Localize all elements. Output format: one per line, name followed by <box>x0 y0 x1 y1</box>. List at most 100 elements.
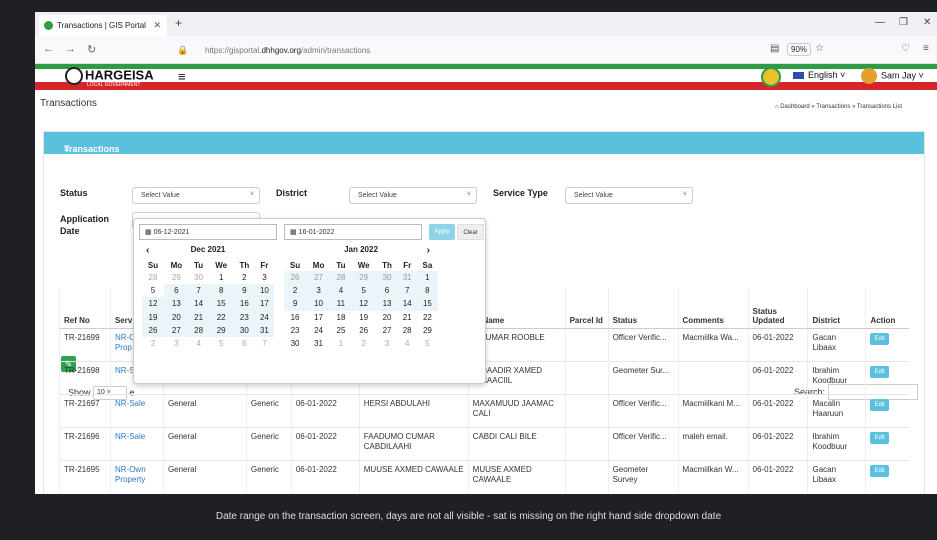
calendar-day[interactable]: 4 <box>331 284 351 298</box>
start-date-input[interactable]: ▦ 06-12-2021 <box>139 224 277 240</box>
calendar-day[interactable]: 27 <box>163 323 189 337</box>
close-tab-icon[interactable]: ✕ <box>153 20 161 31</box>
calendar-day[interactable]: 1 <box>416 271 438 285</box>
close-window-icon[interactable]: ✕ <box>923 17 931 28</box>
calendar-day[interactable]: 12 <box>350 297 377 311</box>
calendar-day[interactable]: 30 <box>376 271 398 285</box>
edit-button[interactable]: Edit <box>870 365 889 378</box>
restore-icon[interactable]: ❐ <box>899 17 908 28</box>
column-header[interactable]: Status <box>607 288 679 329</box>
bookmark-star-icon[interactable]: ☆ <box>815 43 824 54</box>
calendar-day[interactable]: 25 <box>331 324 351 337</box>
calendar-day[interactable]: 20 <box>163 310 189 324</box>
calendar-day[interactable]: 15 <box>208 297 234 311</box>
calendar-day[interactable]: 23 <box>284 324 306 337</box>
calendar-day[interactable]: 26 <box>284 271 307 285</box>
browser-tab[interactable]: Transactions | GIS Portal ✕ <box>39 15 167 36</box>
calendar-day[interactable]: 29 <box>417 324 438 337</box>
calendar-day[interactable]: 30 <box>233 323 255 337</box>
service-link[interactable]: NR-Sale <box>115 432 145 441</box>
calendar-day[interactable]: 1 <box>331 337 351 350</box>
calendar-day[interactable]: 29 <box>350 271 377 285</box>
calendar-day[interactable]: 2 <box>234 271 255 284</box>
calendar-day[interactable]: 28 <box>331 271 351 285</box>
calendar-day[interactable]: 5 <box>142 284 164 297</box>
user-menu[interactable]: Sam Jay ˅ <box>861 68 924 84</box>
calendar-day[interactable]: 22 <box>417 311 438 324</box>
calendar-day[interactable]: 7 <box>397 284 417 298</box>
new-tab-icon[interactable]: + <box>175 16 182 30</box>
zoom-level[interactable]: 90% <box>787 43 812 56</box>
calendar-day[interactable]: 7 <box>255 337 274 350</box>
calendar-day[interactable]: 9 <box>233 284 255 298</box>
column-header[interactable]: Action <box>865 288 909 329</box>
calendar-day[interactable]: 29 <box>164 271 189 284</box>
calendar-day[interactable]: 20 <box>376 311 397 324</box>
calendar-day[interactable]: 21 <box>398 311 417 324</box>
calendar-day[interactable]: 27 <box>306 271 332 285</box>
calendar-day[interactable]: 26 <box>142 323 164 337</box>
calendar-day[interactable]: 1 <box>208 271 233 284</box>
calendar-day[interactable]: 5 <box>417 337 438 350</box>
calendar-day[interactable]: 14 <box>188 297 209 311</box>
service-link[interactable]: NR-Own Property <box>115 465 146 485</box>
edit-button[interactable]: Edit <box>870 431 889 444</box>
calendar-day[interactable]: 3 <box>255 271 274 284</box>
minimize-icon[interactable]: — <box>875 17 885 28</box>
calendar-day[interactable]: 2 <box>142 337 164 350</box>
calendar-day[interactable]: 17 <box>306 311 331 324</box>
calendar-day[interactable]: 18 <box>331 311 351 324</box>
next-month-icon[interactable]: › <box>427 245 430 256</box>
calendar-day[interactable]: 13 <box>376 297 398 311</box>
calendar-day[interactable]: 3 <box>306 284 332 298</box>
url-bar[interactable]: 🔒 https://gisportal.dhhgov.org/admin/tra… <box>165 40 805 60</box>
calendar-day[interactable]: 5 <box>208 337 233 350</box>
calendar-day[interactable]: 2 <box>284 284 307 298</box>
calendar-day[interactable]: 3 <box>164 337 189 350</box>
calendar-day[interactable]: 10 <box>306 297 332 311</box>
calendar-day[interactable]: 17 <box>254 297 274 311</box>
calendar-day[interactable]: 26 <box>351 324 377 337</box>
back-icon[interactable]: ← <box>43 43 54 55</box>
calendar-day[interactable]: 4 <box>398 337 417 350</box>
calendar-day[interactable]: 30 <box>284 337 306 350</box>
calendar-day[interactable]: 24 <box>254 310 274 324</box>
prev-month-icon[interactable]: ‹ <box>146 245 149 256</box>
calendar-day[interactable]: 12 <box>142 297 164 311</box>
edit-button[interactable]: Edit <box>870 332 889 345</box>
column-header[interactable]: Parcel Id <box>564 288 609 329</box>
calendar-day[interactable]: 3 <box>376 337 397 350</box>
calendar-day[interactable]: 11 <box>331 297 351 311</box>
calendar-day[interactable]: 8 <box>416 284 438 298</box>
calendar-day[interactable]: 15 <box>416 297 438 311</box>
calendar-day[interactable]: 29 <box>208 323 234 337</box>
calendar-day[interactable]: 14 <box>397 297 417 311</box>
reader-icon[interactable]: ▤ <box>770 43 779 54</box>
apply-button[interactable]: Apply <box>429 224 455 240</box>
calendar-day[interactable]: 6 <box>376 284 398 298</box>
status-select[interactable]: Select Value ˅ <box>132 187 260 204</box>
calendar-day[interactable]: 13 <box>163 297 189 311</box>
calendar-day[interactable]: 10 <box>254 284 274 298</box>
calendar-day[interactable]: 8 <box>208 284 234 298</box>
service-link[interactable]: NR-Sale <box>115 399 145 408</box>
calendar-day[interactable]: 28 <box>188 323 209 337</box>
calendar-day[interactable]: 2 <box>351 337 377 350</box>
service-type-select[interactable]: Select Value ˅ <box>565 187 693 204</box>
column-header[interactable]: Comments <box>677 288 748 329</box>
calendar-day[interactable]: 27 <box>376 324 397 337</box>
calendar-day[interactable]: 28 <box>398 324 417 337</box>
language-dropdown[interactable]: English ˅ <box>793 70 845 80</box>
calendar-day[interactable]: 31 <box>254 323 274 337</box>
column-header[interactable]: Ref No <box>59 288 111 329</box>
forward-icon[interactable]: → <box>65 43 76 55</box>
calendar-day[interactable]: 31 <box>397 271 417 285</box>
calendar-day[interactable]: 21 <box>188 310 209 324</box>
calendar-day[interactable]: 16 <box>233 297 255 311</box>
calendar-day[interactable]: 5 <box>350 284 377 298</box>
reload-icon[interactable]: ↻ <box>87 43 96 56</box>
clear-button[interactable]: Clear <box>457 224 484 240</box>
calendar-day[interactable]: 31 <box>306 337 331 350</box>
calendar-day[interactable]: 23 <box>233 310 255 324</box>
hamburger-menu-icon[interactable]: ≡ <box>178 69 186 84</box>
